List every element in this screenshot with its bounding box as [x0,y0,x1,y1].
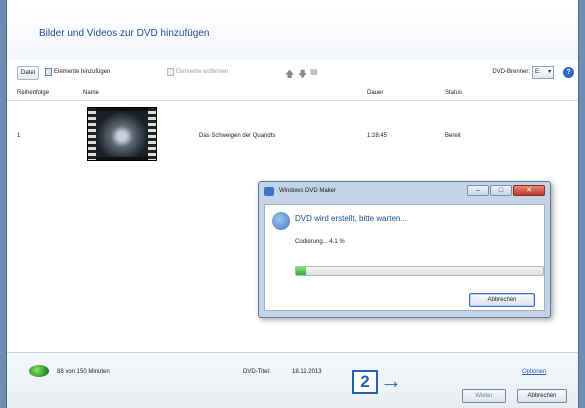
dvd-title-value[interactable]: 18.11.2013 [292,369,322,375]
burner-label: DVD-Brenner: [492,69,530,75]
page-title: Bilder und Videos zur DVD hinzufügen [39,28,210,39]
dialog-title: Windows DVD Maker [279,188,337,194]
dialog-body: DVD wird erstellt, bitte warten... Codie… [264,204,545,311]
dialog-cancel-button[interactable]: Abbrechen [469,293,535,307]
callout-badge: 2 [352,370,378,394]
remove-items-button[interactable]: Elemente entfernen [167,68,228,76]
maximize-icon[interactable]: □ [490,185,512,196]
dvd-burn-icon [272,212,290,230]
add-items-icon [45,68,52,76]
video-thumbnail [87,107,157,161]
row-order: 1 [17,133,21,139]
table-header: Reihenfolge Name Dauer Status [7,87,578,101]
remove-items-icon [167,68,174,76]
move-up-icon[interactable]: 🡅 [285,67,294,83]
help-icon[interactable]: ? [563,67,574,78]
dvd-title-label: DVD-Titel: [243,369,271,375]
disc-icon [29,365,49,377]
callout-arrow-icon: → [380,368,402,393]
burner-value: E: [535,69,541,75]
minimize-icon[interactable]: ‒ [467,185,489,196]
column-order[interactable]: Reihenfolge [17,90,49,96]
column-status[interactable]: Status [445,90,462,96]
cancel-button[interactable]: Abbrechen [517,389,567,403]
dvd-maker-icon [264,187,274,196]
chevron-down-icon: ▾ [547,69,551,75]
options-link[interactable]: Optionen [522,369,546,375]
wizard-header: Bilder und Videos zur DVD hinzufügen [7,0,578,60]
remove-items-label: Elemente entfernen [176,69,229,75]
row-duration: 1:28:45 [367,133,388,139]
progress-bar [295,266,544,276]
file-menu-button[interactable]: Datei [17,66,40,80]
table-row[interactable]: 1 Das Schweigen der Quandts 1:28:45 Bere… [7,103,578,165]
progress-fill [296,267,307,275]
encoding-status: Codierung... 4.1 % [295,239,345,245]
add-items-label: Elemente hinzufügen [54,69,111,75]
add-items-button[interactable]: Elemente hinzufügen [45,68,110,76]
toolbar: Datei Elemente hinzufügen Elemente entfe… [7,62,578,84]
column-duration[interactable]: Dauer [367,90,383,96]
close-icon[interactable]: ✕ [513,185,545,196]
properties-icon[interactable]: ▤ [310,67,318,76]
move-down-icon[interactable]: 🡇 [298,67,307,83]
capacity-text: 88 von 150 Minuten [57,369,110,375]
progress-dialog: Windows DVD Maker ‒ □ ✕ DVD wird erstell… [258,181,551,318]
footer-bar: 88 von 150 Minuten DVD-Titel: 18.11.2013… [7,352,578,408]
dialog-heading: DVD wird erstellt, bitte warten... [295,214,408,223]
row-name: Das Schweigen der Quandts [199,133,276,139]
burner-select[interactable]: E: ▾ [532,66,554,79]
next-button[interactable]: Weiter [462,389,506,403]
column-name[interactable]: Name [83,90,99,96]
row-status: Bereit [445,133,461,139]
